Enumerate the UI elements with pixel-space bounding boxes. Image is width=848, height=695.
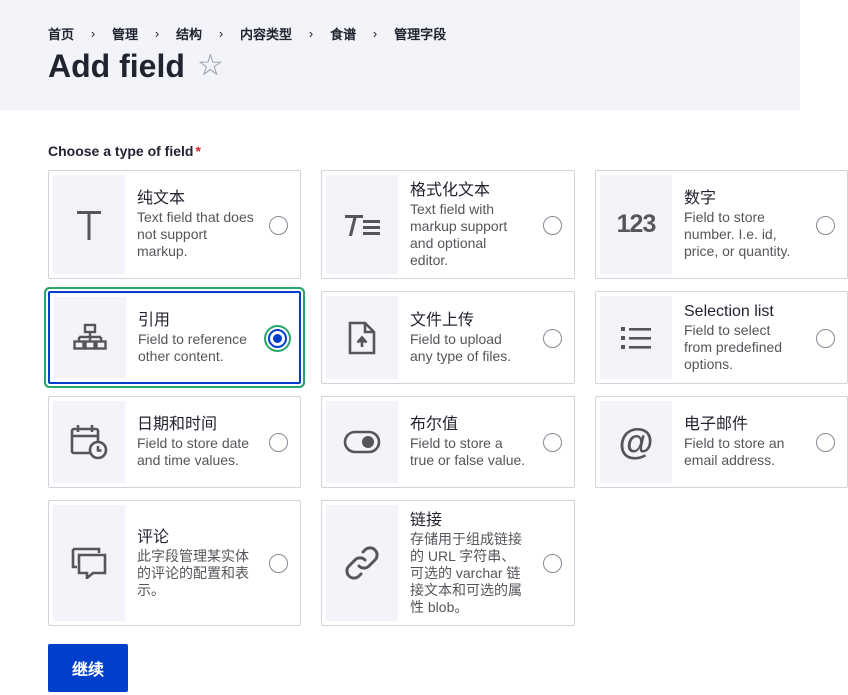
breadcrumb-structure[interactable]: 结构 bbox=[176, 24, 202, 43]
breadcrumb-home[interactable]: 首页 bbox=[48, 24, 74, 43]
field-type-description: Field to store an email address. bbox=[684, 435, 785, 468]
field-type-card-comment[interactable]: 评论 此字段管理某实体的评论的配置和表示。 bbox=[48, 500, 301, 626]
field-type-card-number[interactable]: 123 数字 Field to store number. I.e. id, p… bbox=[595, 170, 848, 279]
continue-button[interactable]: 继续 bbox=[48, 644, 128, 692]
field-type-description: Text field that does not support markup. bbox=[137, 209, 254, 259]
field-type-radio[interactable] bbox=[543, 554, 562, 573]
field-type-card-selection-list[interactable]: Selection list Field to select from pred… bbox=[595, 291, 848, 384]
field-type-radio[interactable] bbox=[269, 215, 288, 235]
field-type-radio[interactable] bbox=[816, 328, 835, 348]
email-icon: @ bbox=[600, 401, 672, 483]
field-type-name: 文件上传 bbox=[410, 311, 475, 329]
reference-icon bbox=[54, 297, 126, 378]
date-time-icon bbox=[53, 401, 125, 483]
breadcrumb-separator-icon: › bbox=[154, 26, 160, 41]
field-type-radio[interactable] bbox=[269, 433, 288, 452]
title-row: Add field ☆ bbox=[48, 46, 224, 86]
field-type-name: 格式化文本 bbox=[410, 181, 491, 199]
field-type-description: Field to store a true or false value. bbox=[410, 435, 526, 468]
formatted-text-icon bbox=[326, 175, 398, 274]
field-type-name: 引用 bbox=[138, 311, 171, 329]
breadcrumb-admin[interactable]: 管理 bbox=[112, 24, 138, 43]
file-upload-icon bbox=[326, 296, 398, 379]
field-type-card-file-upload[interactable]: 文件上传 Field to upload any type of files. bbox=[321, 291, 575, 384]
field-type-radio[interactable] bbox=[543, 433, 562, 452]
selection-list-icon bbox=[600, 296, 672, 379]
field-type-description: Field to select from predefined options. bbox=[684, 322, 783, 372]
field-type-name: 纯文本 bbox=[137, 190, 186, 207]
field-type-card-plain-text[interactable]: 纯文本 Text field that does not support mar… bbox=[48, 170, 301, 279]
field-type-radio[interactable] bbox=[816, 433, 835, 452]
plain-text-icon bbox=[53, 175, 125, 274]
breadcrumb-content-types[interactable]: 内容类型 bbox=[240, 24, 292, 43]
star-icon[interactable]: ☆ bbox=[197, 46, 224, 86]
number-icon: 123 bbox=[600, 175, 672, 274]
breadcrumb-separator-icon: › bbox=[90, 26, 96, 41]
field-type-card-date-time[interactable]: 日期和时间 Field to store date and time value… bbox=[48, 396, 301, 488]
field-type-name: 评论 bbox=[137, 528, 170, 546]
field-type-description: Field to upload any type of files. bbox=[410, 330, 512, 364]
breadcrumb: 首页 › 管理 › 结构 › 内容类型 › 食谱 › 管理字段 bbox=[48, 24, 446, 43]
required-marker: * bbox=[195, 143, 201, 159]
field-type-radio[interactable] bbox=[816, 215, 835, 235]
field-type-radio[interactable] bbox=[543, 328, 562, 348]
breadcrumb-recipe[interactable]: 食谱 bbox=[330, 24, 356, 43]
field-type-radio[interactable] bbox=[268, 328, 287, 348]
breadcrumb-manage-fields[interactable]: 管理字段 bbox=[394, 24, 446, 43]
breadcrumb-separator-icon: › bbox=[372, 26, 378, 41]
field-type-name: 布尔值 bbox=[410, 416, 459, 433]
field-type-name: 链接 bbox=[410, 511, 443, 529]
field-type-name: 日期和时间 bbox=[137, 416, 218, 433]
field-type-description: Field to store date and time values. bbox=[137, 435, 250, 468]
field-type-name: 电子邮件 bbox=[684, 416, 749, 433]
field-type-card-email[interactable]: @ 电子邮件 Field to store an email address. bbox=[595, 396, 848, 488]
field-type-description: Field to store number. I.e. id, price, o… bbox=[684, 209, 791, 259]
field-type-name: Selection list bbox=[684, 303, 774, 320]
field-type-radio[interactable] bbox=[543, 215, 562, 235]
breadcrumb-separator-icon: › bbox=[308, 26, 314, 41]
field-type-card-boolean[interactable]: 布尔值 Field to store a true or false value… bbox=[321, 396, 575, 488]
number-icon-glyph: 123 bbox=[616, 210, 657, 238]
field-type-description: Field to reference other content. bbox=[138, 330, 247, 364]
comment-icon bbox=[53, 505, 125, 621]
field-type-description: Text field with markup support and optio… bbox=[410, 200, 508, 268]
field-type-radio[interactable] bbox=[269, 554, 288, 573]
field-type-name: 数字 bbox=[684, 190, 717, 207]
field-type-card-link[interactable]: 链接 存储用于组成链接的 URL 字符串、可选的 varchar 链接文本和可选… bbox=[321, 500, 575, 626]
field-type-card-formatted-text[interactable]: 格式化文本 Text field with markup support and… bbox=[321, 170, 575, 279]
boolean-icon bbox=[326, 401, 398, 483]
field-type-description: 此字段管理某实体的评论的配置和表示。 bbox=[137, 547, 249, 598]
page-header: 首页 › 管理 › 结构 › 内容类型 › 食谱 › 管理字段 Add fiel… bbox=[0, 0, 800, 110]
page-title: Add field bbox=[48, 48, 185, 84]
field-type-card-reference[interactable]: 引用 Field to reference other content. bbox=[48, 291, 301, 384]
email-icon-glyph: @ bbox=[618, 421, 654, 462]
field-type-description: 存储用于组成链接的 URL 字符串、可选的 varchar 链接文本和可选的属性… bbox=[410, 530, 522, 615]
breadcrumb-separator-icon: › bbox=[218, 26, 224, 41]
link-icon bbox=[326, 505, 398, 621]
field-type-label-text: Choose a type of field bbox=[48, 143, 194, 159]
field-type-label: Choose a type of field * bbox=[48, 143, 201, 159]
